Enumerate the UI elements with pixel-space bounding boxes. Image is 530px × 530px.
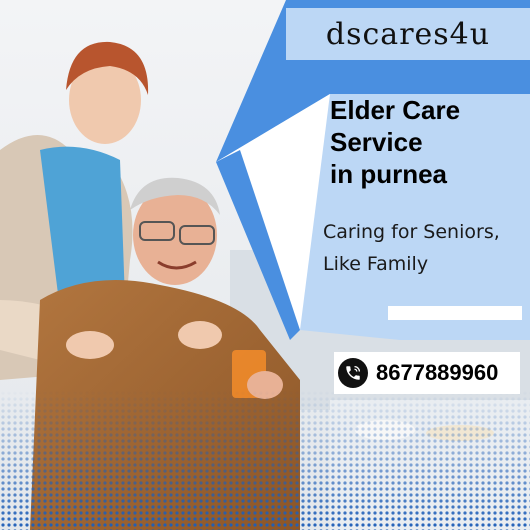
headline-line-1: Elder Care [330,95,461,125]
headline-line-2: Service [330,127,423,157]
headline: Elder Care Service in purnea [330,94,525,190]
phone-contact[interactable]: 8677889960 [334,352,520,394]
poster: dscares4u Elder Care Service in purnea C… [0,0,530,530]
phone-icon [338,358,368,388]
tagline: Caring for Seniors, Like Family [323,216,528,280]
brand-name: dscares4u [325,16,491,52]
tagline-line-1: Caring for Seniors, [323,221,500,243]
headline-line-3: in purnea [330,159,448,189]
decorative-bar [388,306,522,320]
tagline-line-2: Like Family [323,253,429,275]
brand-banner: dscares4u [286,8,530,60]
phone-number[interactable]: 8677889960 [376,360,498,386]
